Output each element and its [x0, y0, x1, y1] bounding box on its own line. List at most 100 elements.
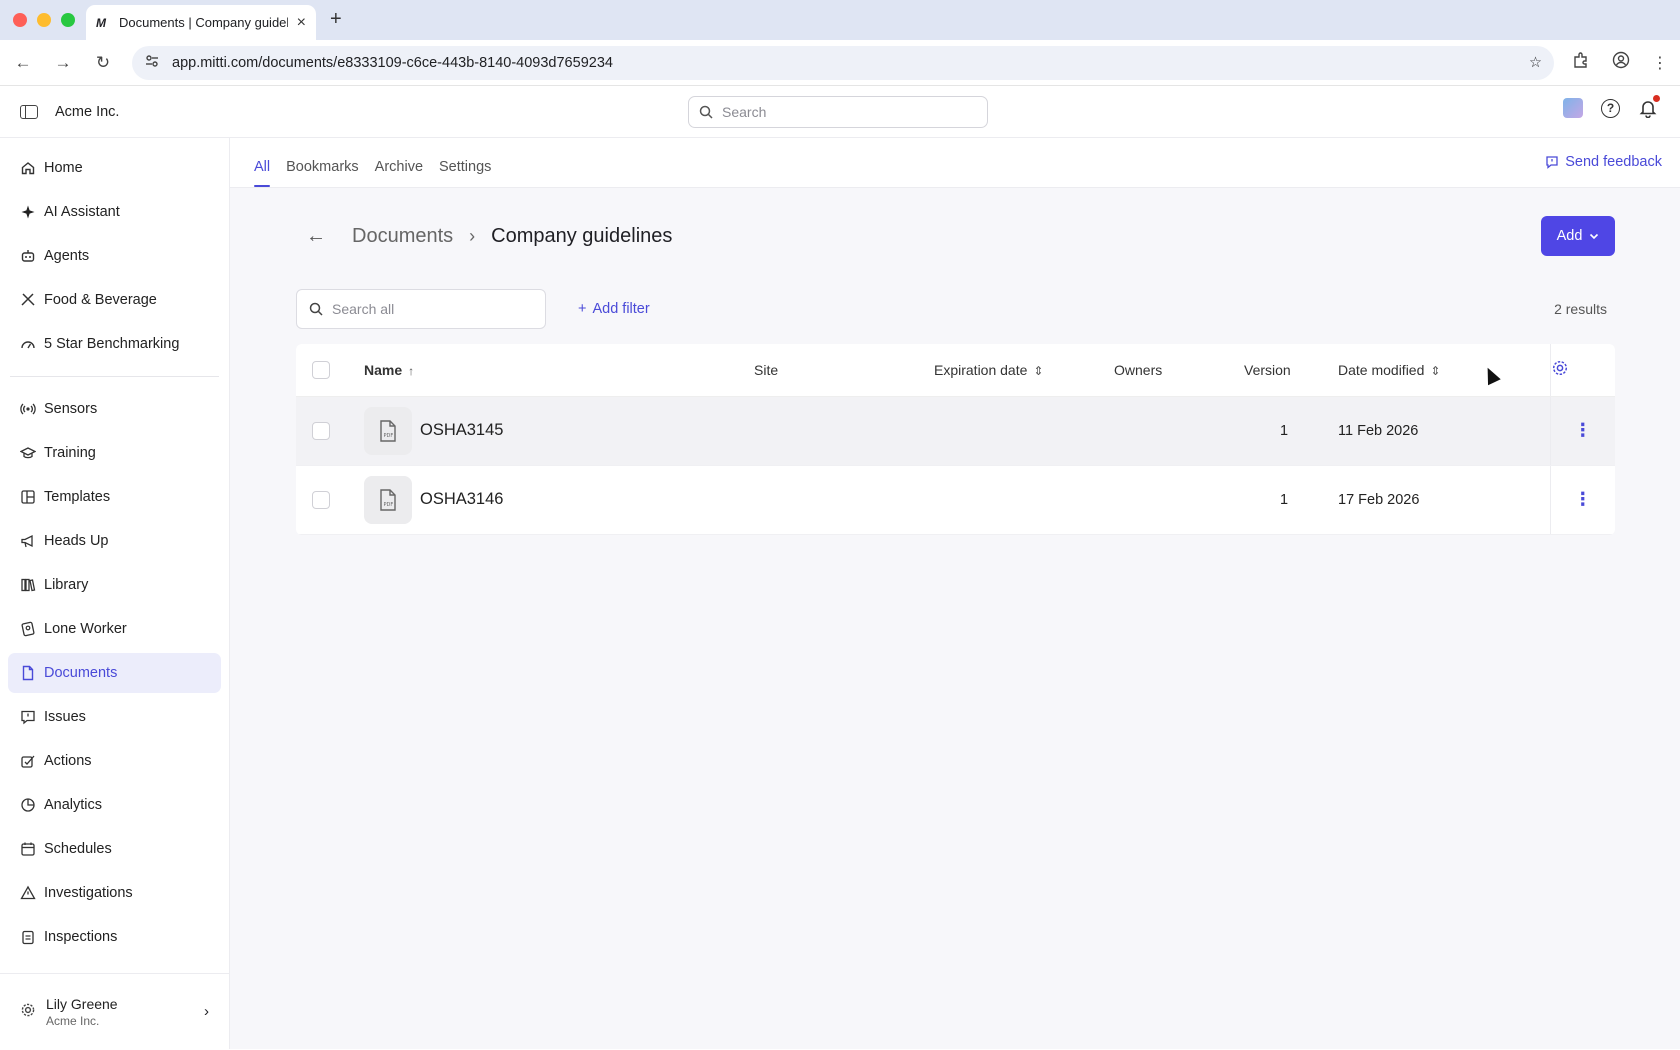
add-button[interactable]: Add: [1541, 216, 1615, 256]
table-header-row: Name ↑ Site Expiration date ⇕ Owners Versi…: [296, 344, 1615, 397]
select-all-checkbox[interactable]: [312, 360, 330, 379]
sidebar-toggle-icon[interactable]: [20, 104, 38, 119]
back-icon[interactable]: ←: [12, 53, 34, 73]
robot-icon: [20, 248, 36, 264]
documents-table: Name ↑ Site Expiration date ⇕ Owners Versi…: [296, 344, 1615, 535]
global-search-input[interactable]: Search: [688, 96, 988, 128]
sidebar-item-home[interactable]: Home: [8, 148, 221, 188]
utensils-icon: [20, 292, 36, 308]
broadcast-icon: [20, 401, 36, 417]
sidebar-item-agents[interactable]: Agents: [8, 236, 221, 276]
tab-close-icon[interactable]: ×: [297, 14, 306, 32]
org-name: Acme Inc.: [55, 103, 120, 120]
calendar-icon: [20, 841, 36, 857]
breadcrumb-parent[interactable]: Documents: [352, 225, 453, 248]
gauge-icon: [20, 336, 36, 352]
page-header: ← Documents › Company guidelines Add: [296, 188, 1615, 284]
date-modified-cell: 11 Feb 2026: [1324, 396, 1550, 466]
id-badge-icon: [20, 621, 36, 637]
sidebar-item-ai-assistant[interactable]: AI Assistant: [8, 192, 221, 232]
sidebar-item-templates[interactable]: Templates: [8, 477, 221, 517]
row-actions-kebab-icon[interactable]: ⋮: [1574, 420, 1592, 440]
maximize-window-button[interactable]: [61, 13, 75, 27]
column-owners: Owners: [1114, 361, 1163, 378]
bookmark-star-icon[interactable]: ☆: [1529, 55, 1542, 71]
sidebar-item-heads-up[interactable]: Heads Up: [8, 521, 221, 561]
books-icon: [20, 577, 36, 593]
table-row[interactable]: PDF OSHA3146 1 17 Feb 2026 ⋮: [296, 465, 1615, 535]
tab-archive[interactable]: Archive: [367, 159, 431, 187]
subtabs: All Bookmarks Archive Settings Send feed…: [230, 138, 1680, 188]
sidebar-item-label: Training: [44, 445, 96, 461]
notification-badge: [1653, 95, 1660, 102]
user-org: Acme Inc.: [46, 1013, 100, 1028]
sidebar-item-label: Templates: [44, 489, 111, 505]
sidebar-item-label: 5 Star Benchmarking: [44, 336, 180, 352]
user-menu[interactable]: Lily Greene Acme Inc. ›: [0, 973, 229, 1049]
app-header: Acme Inc. Search ?: [0, 86, 1680, 138]
column-name[interactable]: Name: [364, 362, 402, 378]
close-window-button[interactable]: [13, 13, 27, 27]
sort-toggle-icon[interactable]: ⇕: [1033, 364, 1043, 378]
search-all-input[interactable]: Search all: [296, 289, 546, 329]
forward-icon[interactable]: →: [52, 53, 74, 73]
add-filter-button[interactable]: + Add filter: [578, 301, 650, 317]
sidebar-item-analytics[interactable]: Analytics: [8, 785, 221, 825]
sort-toggle-icon[interactable]: ⇕: [1430, 364, 1440, 378]
sidebar: Home AI Assistant Agents Food & Beverage 5 S…: [0, 138, 230, 1049]
table-row[interactable]: PDF OSHA3145 1 11 Feb 2026 ⋮: [296, 396, 1615, 466]
tab-settings[interactable]: Settings: [431, 159, 499, 187]
filter-row: Search all + Add filter 2 results: [296, 284, 1615, 334]
minimize-window-button[interactable]: [37, 13, 51, 27]
address-bar[interactable]: app.mitti.com/documents/e8333109-c6ce-44…: [132, 45, 1554, 80]
new-tab-icon[interactable]: +: [330, 8, 342, 31]
expiration-cell: [934, 465, 1114, 535]
sort-ascending-icon[interactable]: ↑: [408, 364, 414, 378]
extensions-icon[interactable]: [1572, 51, 1590, 74]
sidebar-item-documents[interactable]: Documents: [8, 653, 221, 693]
tab-all[interactable]: All: [246, 159, 278, 187]
sidebar-item-label: Sensors: [44, 401, 98, 417]
notifications-icon[interactable]: [1638, 95, 1660, 119]
sidebar-item-schedules[interactable]: Schedules: [8, 829, 221, 869]
alert-bubble-icon: [20, 709, 36, 725]
sidebar-item-label: Actions: [44, 753, 92, 769]
pie-chart-icon: [20, 797, 36, 813]
row-checkbox[interactable]: [312, 421, 330, 440]
sidebar-item-lone-worker[interactable]: Lone Worker: [8, 609, 221, 649]
sidebar-item-inspections[interactable]: Inspections: [8, 917, 221, 957]
document-name[interactable]: OSHA3145: [420, 421, 503, 440]
sidebar-item-label: Home: [44, 160, 83, 176]
sidebar-item-5-star-benchmarking[interactable]: 5 Star Benchmarking: [8, 324, 221, 364]
send-feedback-link[interactable]: Send feedback: [1545, 154, 1662, 170]
document-name[interactable]: OSHA3146: [420, 490, 503, 509]
row-actions-kebab-icon[interactable]: ⋮: [1574, 489, 1592, 509]
help-icon[interactable]: ?: [1601, 98, 1620, 118]
expiration-cell: [934, 396, 1114, 466]
sidebar-item-issues[interactable]: Issues: [8, 697, 221, 737]
search-icon: [699, 105, 713, 119]
version-cell: 1: [1244, 465, 1324, 535]
column-expiration-date[interactable]: Expiration date: [934, 362, 1027, 378]
browser-menu-icon[interactable]: ⋮: [1652, 53, 1668, 73]
column-date-modified[interactable]: Date modified: [1338, 362, 1424, 378]
back-arrow-icon[interactable]: ←: [306, 225, 326, 248]
sidebar-item-library[interactable]: Library: [8, 565, 221, 605]
reload-icon[interactable]: ↻: [92, 53, 114, 73]
tab-bookmarks[interactable]: Bookmarks: [278, 159, 367, 187]
sidebar-item-food-beverage[interactable]: Food & Beverage: [8, 280, 221, 320]
app-switcher-icon[interactable]: [1563, 98, 1583, 118]
site-settings-icon[interactable]: [144, 53, 160, 73]
sidebar-item-training[interactable]: Training: [8, 433, 221, 473]
row-checkbox[interactable]: [312, 490, 330, 509]
sidebar-item-label: Documents: [44, 665, 118, 681]
sidebar-item-actions[interactable]: Actions: [8, 741, 221, 781]
profile-icon[interactable]: [1612, 51, 1630, 74]
column-settings-gear-icon[interactable]: [1551, 361, 1569, 380]
browser-tab[interactable]: M Documents | Company guidel ×: [86, 5, 316, 40]
sidebar-item-sensors[interactable]: Sensors: [8, 389, 221, 429]
megaphone-icon: [20, 533, 36, 549]
sidebar-item-investigations[interactable]: Investigations: [8, 873, 221, 913]
site-cell: [754, 396, 934, 466]
tab-title: Documents | Company guidel: [119, 15, 288, 30]
